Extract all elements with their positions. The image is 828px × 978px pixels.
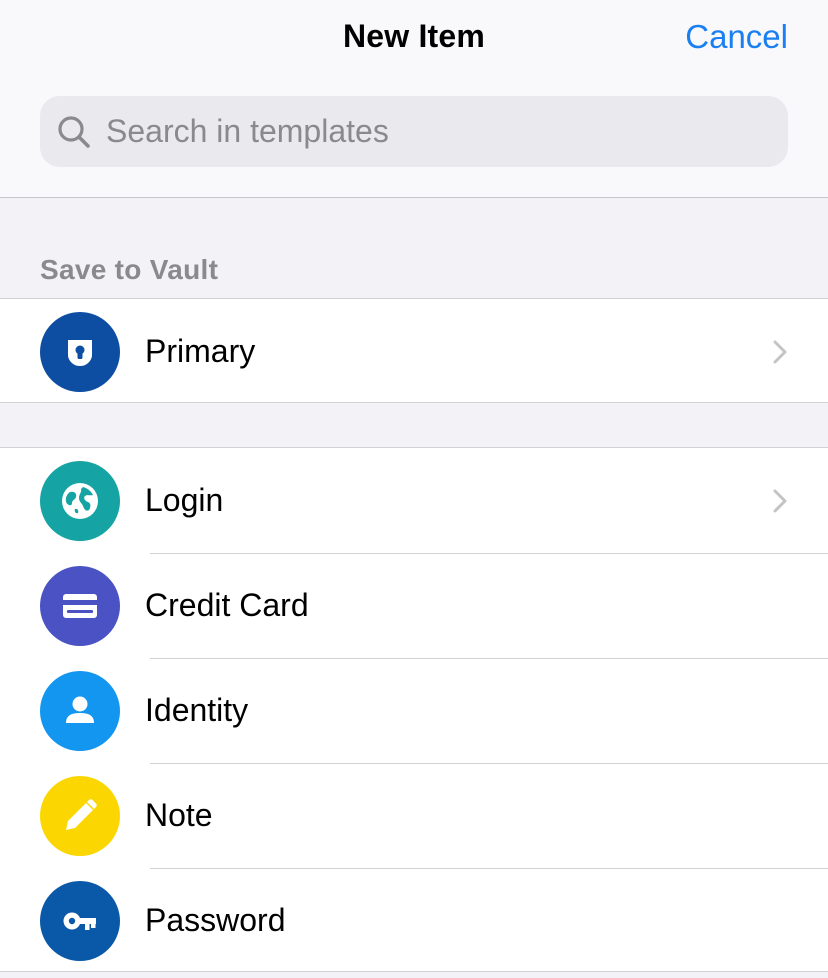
template-row-label: Login [145, 482, 224, 518]
person-icon [40, 670, 120, 751]
template-row-login[interactable]: Login [0, 448, 828, 553]
template-row-password[interactable]: Password [0, 868, 828, 973]
pencil-icon [40, 775, 120, 856]
search-icon [58, 115, 90, 148]
chevron-right-icon [773, 489, 787, 512]
navigation-header: New Item Cancel [0, 0, 828, 198]
template-row-identity[interactable]: Identity [0, 658, 828, 763]
search-input[interactable] [106, 113, 746, 150]
template-row-label: Note [145, 797, 213, 833]
template-row-label: Identity [145, 692, 249, 728]
item-templates-list: Login Credit Card Identity Note Password [0, 447, 828, 972]
chevron-right-icon [773, 340, 787, 363]
template-row-label: Credit Card [145, 587, 309, 623]
template-row-label: Password [145, 902, 286, 938]
search-bar[interactable] [40, 96, 788, 167]
template-row-credit-card[interactable]: Credit Card [0, 553, 828, 658]
key-icon [40, 880, 120, 961]
vault-row-primary[interactable]: Primary [0, 299, 828, 404]
vault-row-label: Primary [145, 333, 256, 369]
section-header-save-to-vault: Save to Vault [40, 254, 219, 285]
globe-icon [40, 460, 120, 541]
credit-card-icon [40, 565, 120, 646]
vault-group: Primary [0, 298, 828, 403]
template-row-note[interactable]: Note [0, 763, 828, 868]
vault-icon [40, 311, 120, 392]
cancel-button[interactable]: Cancel [685, 18, 788, 56]
